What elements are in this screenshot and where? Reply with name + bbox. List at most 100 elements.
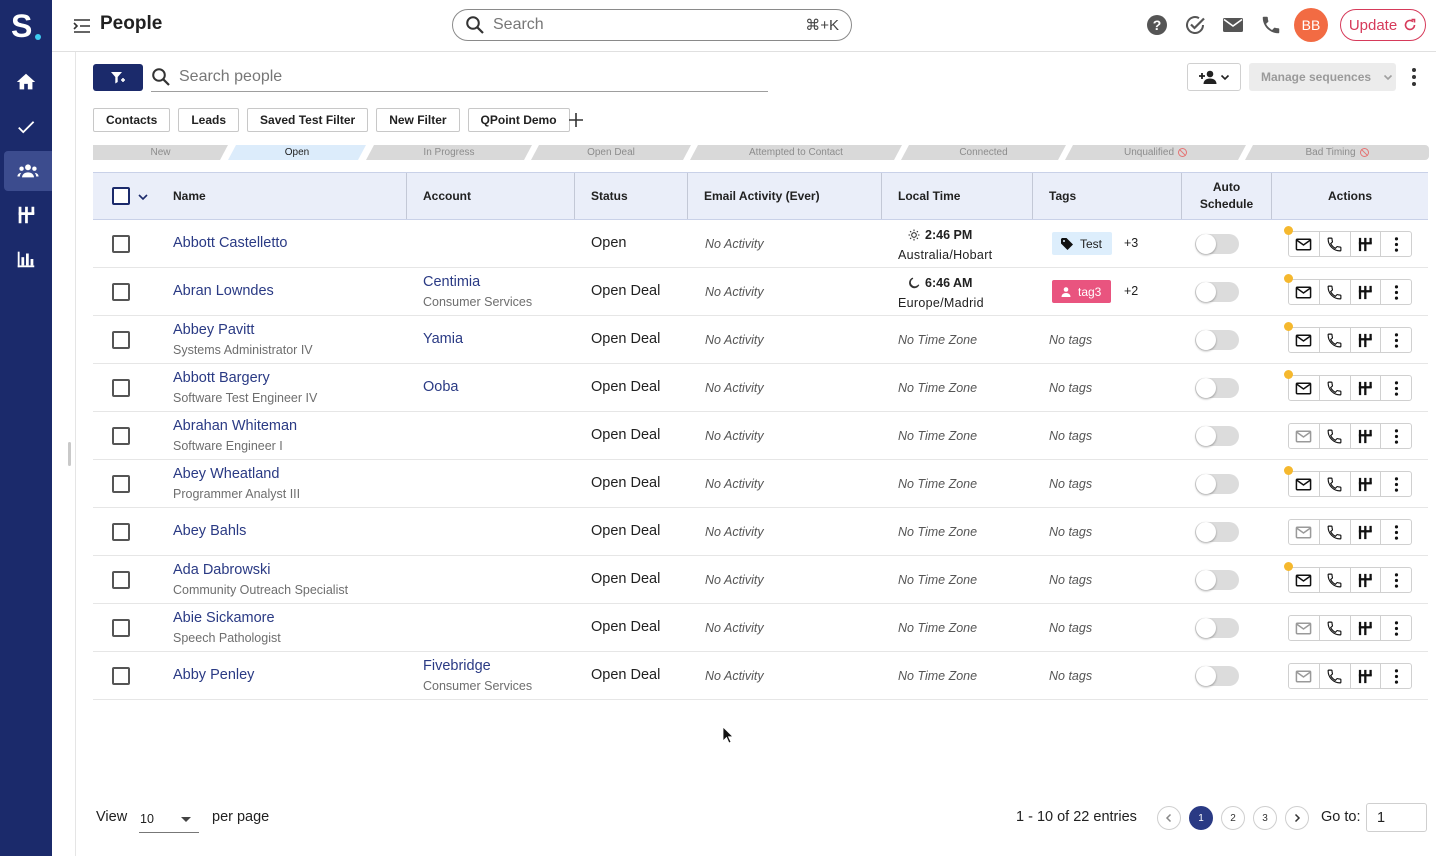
panel-resize-handle[interactable] bbox=[68, 442, 71, 466]
people-search-input[interactable]: Search people bbox=[151, 62, 768, 92]
contact-name-link[interactable]: Abie Sickamore bbox=[173, 610, 275, 626]
view-chip-contacts[interactable]: Contacts bbox=[93, 108, 171, 132]
tag-chip[interactable]: Test bbox=[1052, 232, 1113, 255]
row-checkbox[interactable] bbox=[112, 331, 130, 349]
row-checkbox[interactable] bbox=[112, 667, 130, 685]
sequence-action-button[interactable] bbox=[1351, 664, 1382, 688]
sequence-action-button[interactable] bbox=[1351, 232, 1382, 256]
call-action-button[interactable] bbox=[1320, 472, 1351, 496]
contact-name-link[interactable]: Abby Penley bbox=[173, 667, 254, 683]
row-checkbox[interactable] bbox=[112, 235, 130, 253]
stage-open-deal[interactable]: Open Deal bbox=[531, 145, 691, 160]
column-header-tags[interactable]: Tags bbox=[1033, 173, 1182, 219]
contact-name-link[interactable]: Abey Wheatland bbox=[173, 466, 279, 482]
view-chip-qpoint-demo[interactable]: QPoint Demo bbox=[467, 108, 570, 132]
column-header-local-time[interactable]: Local Time bbox=[882, 173, 1033, 219]
call-action-button[interactable] bbox=[1320, 664, 1351, 688]
user-avatar[interactable]: BB bbox=[1294, 8, 1328, 42]
view-chip-saved-test-filter[interactable]: Saved Test Filter bbox=[247, 108, 369, 132]
sequence-action-button[interactable] bbox=[1351, 328, 1382, 352]
call-action-button[interactable] bbox=[1320, 280, 1351, 304]
add-view-button[interactable] bbox=[566, 108, 586, 132]
email-action-button[interactable] bbox=[1289, 664, 1320, 688]
page-button-3[interactable]: 3 bbox=[1253, 806, 1277, 830]
auto-schedule-toggle[interactable] bbox=[1195, 234, 1239, 254]
next-page-button[interactable] bbox=[1285, 806, 1309, 830]
table-row[interactable]: Abrahan Whiteman Software Engineer I Open … bbox=[93, 412, 1428, 460]
view-chip-leads[interactable]: Leads bbox=[178, 108, 240, 132]
email-action-button[interactable] bbox=[1289, 424, 1320, 448]
email-action-button[interactable] bbox=[1284, 466, 1320, 496]
stage-attempted-to-contact[interactable]: Attempted to Contact bbox=[690, 145, 902, 160]
table-row[interactable]: Abey Bahls Open Deal No Activity No Time Zo… bbox=[93, 508, 1428, 556]
email-action-button[interactable] bbox=[1284, 226, 1320, 256]
call-action-button[interactable] bbox=[1320, 376, 1351, 400]
app-logo[interactable]: S bbox=[11, 8, 43, 44]
row-checkbox[interactable] bbox=[112, 619, 130, 637]
menu-collapse-icon[interactable] bbox=[72, 16, 92, 36]
more-tags-count[interactable]: +2 bbox=[1124, 284, 1138, 298]
home-nav-button[interactable] bbox=[0, 62, 52, 102]
prev-page-button[interactable] bbox=[1157, 806, 1181, 830]
row-checkbox[interactable] bbox=[112, 427, 130, 445]
email-action-button[interactable] bbox=[1284, 370, 1320, 400]
task-check-icon[interactable] bbox=[1184, 14, 1206, 36]
call-action-button[interactable] bbox=[1320, 424, 1351, 448]
table-row[interactable]: Abbott Castelletto Open No Activity 2:46 PM… bbox=[93, 220, 1428, 268]
reports-nav-button[interactable] bbox=[0, 239, 52, 279]
sequence-action-button[interactable] bbox=[1351, 472, 1382, 496]
auto-schedule-toggle[interactable] bbox=[1195, 378, 1239, 398]
stage-open[interactable]: Open bbox=[228, 145, 366, 160]
email-action-button[interactable] bbox=[1284, 562, 1320, 592]
contact-name-link[interactable]: Abrahan Whiteman bbox=[173, 418, 297, 434]
auto-schedule-toggle[interactable] bbox=[1195, 282, 1239, 302]
table-row[interactable]: Abie Sickamore Speech Pathologist Open Dea… bbox=[93, 604, 1428, 652]
call-action-button[interactable] bbox=[1320, 328, 1351, 352]
page-button-1[interactable]: 1 bbox=[1189, 806, 1213, 830]
stage-bad-timing[interactable]: Bad Timing bbox=[1245, 145, 1429, 160]
row-checkbox[interactable] bbox=[112, 571, 130, 589]
sequence-action-button[interactable] bbox=[1351, 424, 1382, 448]
page-button-2[interactable]: 2 bbox=[1221, 806, 1245, 830]
people-nav-button[interactable] bbox=[4, 151, 52, 191]
call-action-button[interactable] bbox=[1320, 520, 1351, 544]
account-link[interactable]: Fivebridge bbox=[423, 658, 491, 674]
per-page-select[interactable]: 10 bbox=[139, 806, 199, 833]
column-header-account[interactable]: Account bbox=[407, 173, 575, 219]
more-action-button[interactable] bbox=[1381, 568, 1411, 592]
more-action-button[interactable] bbox=[1381, 424, 1411, 448]
row-checkbox[interactable] bbox=[112, 283, 130, 301]
row-checkbox[interactable] bbox=[112, 523, 130, 541]
contact-name-link[interactable]: Abbott Bargery bbox=[173, 370, 270, 386]
goto-page-input[interactable]: 1 bbox=[1366, 803, 1427, 832]
update-button[interactable]: Update bbox=[1340, 9, 1426, 41]
contact-name-link[interactable]: Abran Lowndes bbox=[173, 283, 274, 299]
column-header-auto-schedule[interactable]: Auto Schedule bbox=[1182, 173, 1272, 219]
email-action-button[interactable] bbox=[1289, 616, 1320, 640]
email-action-button[interactable] bbox=[1289, 520, 1320, 544]
table-row[interactable]: Abey Wheatland Programmer Analyst III Open… bbox=[93, 460, 1428, 508]
call-action-button[interactable] bbox=[1320, 232, 1351, 256]
more-action-button[interactable] bbox=[1381, 232, 1411, 256]
more-action-button[interactable] bbox=[1381, 328, 1411, 352]
add-person-button[interactable] bbox=[1187, 63, 1241, 91]
account-link[interactable]: Ooba bbox=[423, 379, 458, 395]
auto-schedule-toggle[interactable] bbox=[1195, 330, 1239, 350]
auto-schedule-toggle[interactable] bbox=[1195, 570, 1239, 590]
stage-unqualified[interactable]: Unqualified bbox=[1065, 145, 1246, 160]
sequence-action-button[interactable] bbox=[1351, 616, 1382, 640]
email-action-button[interactable] bbox=[1284, 322, 1320, 352]
view-chip-new-filter[interactable]: New Filter bbox=[376, 108, 460, 132]
global-search-input[interactable]: Search ⌘+K bbox=[452, 9, 852, 41]
help-icon[interactable]: ? bbox=[1146, 14, 1168, 36]
stage-new[interactable]: New bbox=[93, 145, 228, 160]
phone-icon[interactable] bbox=[1260, 14, 1282, 36]
auto-schedule-toggle[interactable] bbox=[1195, 474, 1239, 494]
call-action-button[interactable] bbox=[1320, 568, 1351, 592]
column-header-status[interactable]: Status bbox=[575, 173, 688, 219]
more-action-button[interactable] bbox=[1381, 616, 1411, 640]
email-action-button[interactable] bbox=[1284, 274, 1320, 304]
more-action-button[interactable] bbox=[1381, 520, 1411, 544]
table-row[interactable]: Abran Lowndes Centimia Consumer Services Op… bbox=[93, 268, 1428, 316]
filter-button[interactable] bbox=[93, 64, 143, 91]
